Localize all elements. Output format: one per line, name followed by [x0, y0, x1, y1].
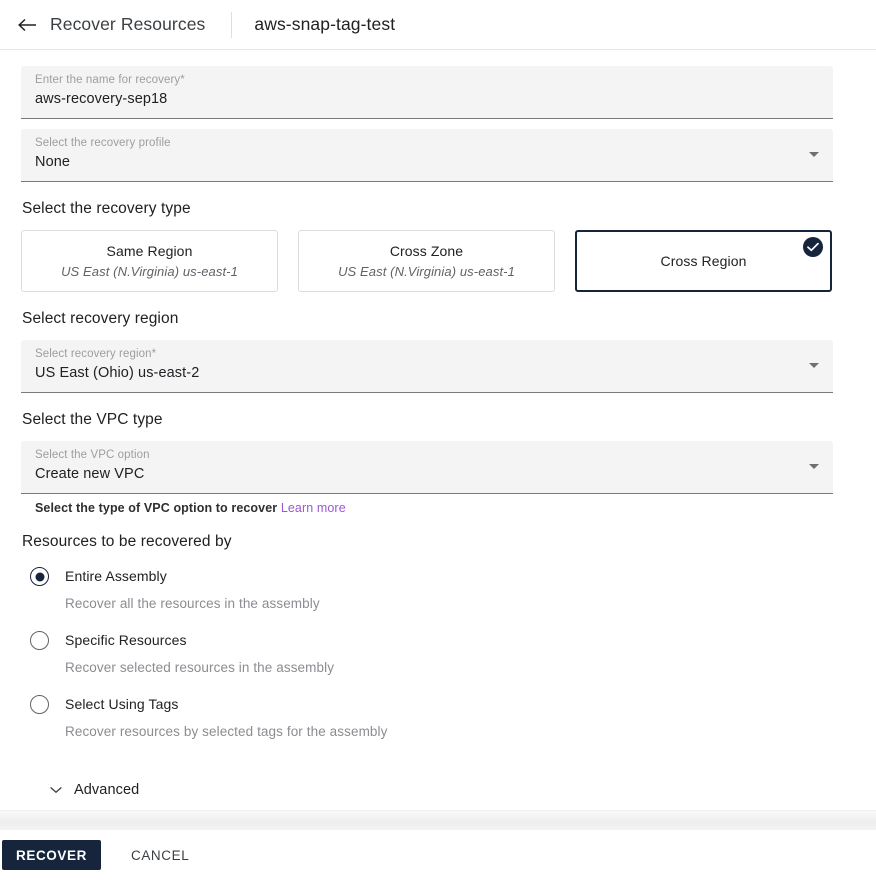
advanced-toggle[interactable]: Advanced	[49, 782, 169, 798]
recovery-region-heading: Select recovery region	[22, 309, 855, 329]
recovery-name-field[interactable]: Enter the name for recovery* aws-recover…	[21, 66, 833, 119]
learn-more-link[interactable]: Learn more	[281, 501, 346, 515]
recovery-type-subtitle: US East (N.Virginia) us-east-1	[61, 262, 238, 281]
recover-button[interactable]: RECOVER	[2, 840, 101, 870]
recovery-type-card-row: Same Region US East (N.Virginia) us-east…	[21, 230, 855, 292]
recovery-region-value: US East (Ohio) us-east-2	[35, 362, 819, 384]
action-bar: RECOVER CANCEL	[0, 830, 876, 880]
recovery-profile-value: None	[35, 151, 819, 173]
caret-down-icon[interactable]	[809, 152, 819, 157]
recovery-profile-select[interactable]: Select the recovery profile None	[21, 129, 833, 182]
check-circle-icon	[803, 237, 823, 257]
radio-mark-icon	[30, 567, 49, 586]
radio-entire-assembly[interactable]: Entire Assembly Recover all the resource…	[30, 566, 855, 613]
caret-down-icon[interactable]	[809, 464, 819, 469]
vpc-option-label: Select the VPC option	[35, 448, 819, 463]
cancel-button[interactable]: CANCEL	[117, 840, 203, 870]
vpc-type-heading: Select the VPC type	[22, 410, 855, 430]
recovery-profile-label: Select the recovery profile	[35, 136, 819, 151]
radio-label: Specific Resources	[65, 632, 187, 648]
vpc-option-select[interactable]: Select the VPC option Create new VPC	[21, 441, 833, 494]
assembly-name: aws-snap-tag-test	[254, 14, 395, 35]
form-body: Enter the name for recovery* aws-recover…	[0, 50, 876, 810]
recovery-type-card-cross-zone[interactable]: Cross Zone US East (N.Virginia) us-east-…	[298, 230, 555, 292]
recovery-type-heading: Select the recovery type	[22, 199, 855, 219]
radio-mark-icon	[30, 631, 49, 650]
radio-description: Recover all the resources in the assembl…	[65, 594, 320, 613]
radio-label: Entire Assembly	[65, 568, 167, 584]
vpc-helper-text-row: Select the type of VPC option to recover…	[35, 501, 855, 515]
recovery-type-title: Same Region	[107, 242, 193, 261]
vpc-helper-text: Select the type of VPC option to recover	[35, 501, 277, 515]
recovery-type-title: Cross Zone	[390, 242, 463, 261]
recover-resources-page: Recover Resources aws-snap-tag-test Ente…	[0, 0, 876, 880]
radio-mark-icon	[30, 695, 49, 714]
page-title: Recover Resources	[50, 14, 205, 35]
recovery-region-label: Select recovery region*	[35, 347, 819, 362]
radio-label: Select Using Tags	[65, 696, 179, 712]
back-arrow-icon[interactable]	[14, 12, 40, 38]
recovery-name-label: Enter the name for recovery*	[35, 73, 819, 88]
recovery-type-card-same-region[interactable]: Same Region US East (N.Virginia) us-east…	[21, 230, 278, 292]
recovery-type-title: Cross Region	[660, 252, 746, 271]
radio-specific-resources[interactable]: Specific Resources Recover selected reso…	[30, 630, 855, 677]
resources-radio-group: Entire Assembly Recover all the resource…	[21, 566, 855, 741]
caret-down-icon[interactable]	[809, 363, 819, 368]
radio-select-using-tags[interactable]: Select Using Tags Recover resources by s…	[30, 694, 855, 741]
chevron-down-icon	[49, 783, 63, 797]
recovery-type-subtitle: US East (N.Virginia) us-east-1	[338, 262, 515, 281]
advanced-label: Advanced	[74, 782, 139, 798]
recovery-name-input[interactable]: aws-recovery-sep18	[35, 88, 819, 110]
vpc-option-value: Create new VPC	[35, 463, 819, 485]
radio-description: Recover resources by selected tags for t…	[65, 722, 388, 741]
recovery-region-select[interactable]: Select recovery region* US East (Ohio) u…	[21, 340, 833, 393]
radio-description: Recover selected resources in the assemb…	[65, 658, 334, 677]
footer-separator	[0, 810, 876, 830]
recovery-type-card-cross-region[interactable]: Cross Region	[575, 230, 832, 292]
page-header: Recover Resources aws-snap-tag-test	[0, 0, 876, 50]
resources-heading: Resources to be recovered by	[22, 532, 855, 552]
header-divider	[231, 12, 232, 38]
